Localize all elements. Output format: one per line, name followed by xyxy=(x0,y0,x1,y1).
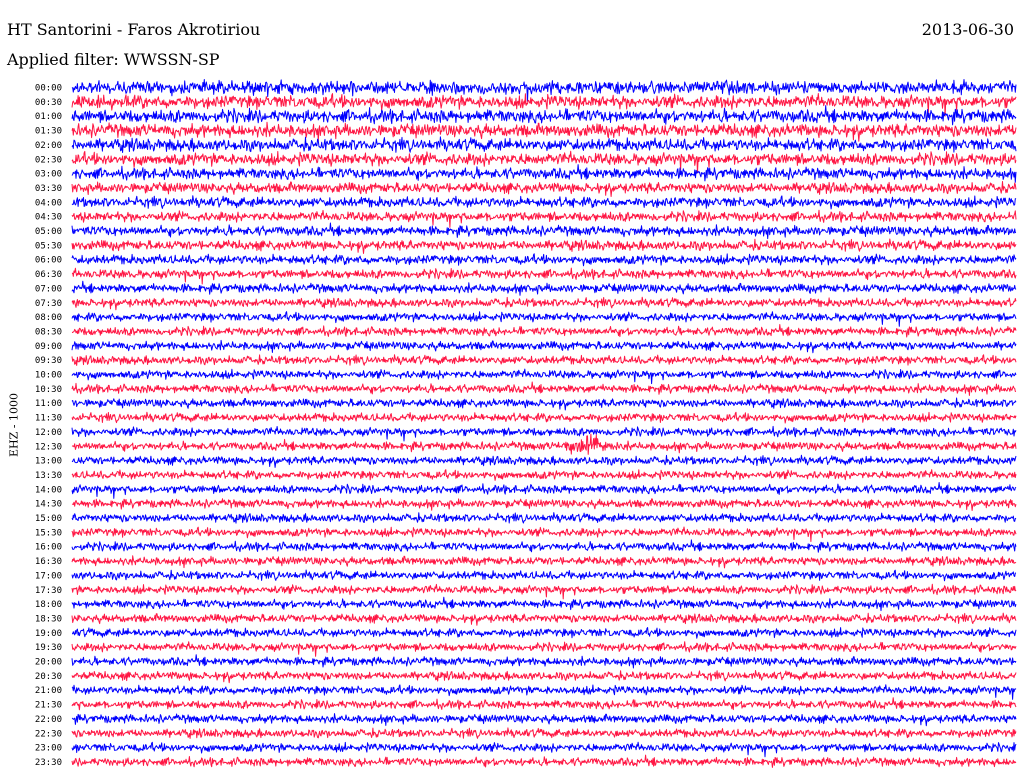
time-label-1030: 10:30 xyxy=(35,385,62,395)
trace-1630 xyxy=(71,555,1017,569)
time-label-0930: 09:30 xyxy=(35,356,62,366)
time-label-1300: 13:00 xyxy=(35,457,62,467)
trace-0030 xyxy=(71,93,1017,117)
time-label-2130: 21:30 xyxy=(35,701,62,711)
trace-1400 xyxy=(71,482,1017,499)
trace-1130 xyxy=(71,411,1017,424)
time-label-1100: 11:00 xyxy=(35,399,62,409)
time-label-1900: 19:00 xyxy=(35,629,62,639)
trace-0900 xyxy=(71,339,1017,354)
trace-2030 xyxy=(71,670,1017,684)
time-label-2230: 22:30 xyxy=(35,729,62,739)
trace-0430 xyxy=(71,209,1017,228)
trace-0500 xyxy=(71,222,1017,240)
trace-0630 xyxy=(71,267,1017,285)
trace-1900 xyxy=(72,627,1017,639)
time-label-0800: 08:00 xyxy=(35,313,62,323)
trace-2100 xyxy=(71,684,1017,700)
time-label-1800: 18:00 xyxy=(35,600,62,610)
time-label-1630: 16:30 xyxy=(35,557,62,567)
time-label-0730: 07:30 xyxy=(35,299,62,309)
time-label-0600: 06:00 xyxy=(35,256,62,266)
time-label-1530: 15:30 xyxy=(35,528,62,538)
trace-2130 xyxy=(71,697,1017,711)
trace-1830 xyxy=(71,612,1017,626)
helicorder-plot: 00:00 00:30 01:00 01:30 02:00 02:30 03:00 03:30… xyxy=(35,79,1017,768)
trace-1330 xyxy=(71,469,1017,481)
trace-1500 xyxy=(71,512,1017,524)
trace-1600 xyxy=(71,539,1017,553)
trace-2330 xyxy=(71,754,1017,768)
time-label-1230: 12:30 xyxy=(35,442,62,452)
trace-0130 xyxy=(71,121,1017,142)
time-label-2330: 23:30 xyxy=(35,758,62,768)
time-label-0830: 08:30 xyxy=(35,327,62,337)
time-label-1930: 19:30 xyxy=(35,643,62,653)
trace-0700 xyxy=(71,280,1017,296)
trace-0530 xyxy=(71,238,1017,254)
time-label-2300: 23:00 xyxy=(35,744,62,754)
trace-0600 xyxy=(71,253,1017,267)
trace-0000 xyxy=(71,79,1017,102)
trace-1200 xyxy=(71,425,1017,442)
time-label-0300: 03:00 xyxy=(35,170,62,180)
trace-0930 xyxy=(71,354,1017,366)
trace-1530 xyxy=(71,526,1017,542)
time-label-0400: 04:00 xyxy=(35,198,62,208)
time-label-1730: 17:30 xyxy=(35,586,62,596)
time-label-1330: 13:30 xyxy=(35,471,62,481)
time-label-0000: 00:00 xyxy=(35,84,62,94)
time-label-2030: 20:30 xyxy=(35,672,62,682)
time-label-1700: 17:00 xyxy=(35,571,62,581)
trace-1800 xyxy=(71,596,1017,612)
time-label-1430: 14:30 xyxy=(35,500,62,510)
time-label-1000: 10:00 xyxy=(35,371,62,381)
time-label-0630: 06:30 xyxy=(35,270,62,280)
time-label-group: 00:00 00:30 01:00 01:30 02:00 02:30 03:00 03:30… xyxy=(35,84,62,768)
time-label-0330: 03:30 xyxy=(35,184,62,194)
time-label-1600: 16:00 xyxy=(35,543,62,553)
trace-1230 xyxy=(71,433,1017,455)
trace-group xyxy=(71,79,1017,768)
trace-0300 xyxy=(71,164,1017,183)
time-label-0230: 02:30 xyxy=(35,155,62,165)
time-label-0700: 07:00 xyxy=(35,284,62,294)
trace-1300 xyxy=(71,454,1017,468)
trace-0230 xyxy=(71,150,1017,174)
trace-1700 xyxy=(71,569,1017,582)
time-label-0900: 09:00 xyxy=(35,342,62,352)
trace-1000 xyxy=(71,368,1017,385)
trace-0730 xyxy=(71,296,1017,311)
time-label-1200: 12:00 xyxy=(35,428,62,438)
time-label-0100: 01:00 xyxy=(35,112,62,122)
trace-1030 xyxy=(71,381,1017,396)
time-label-0530: 05:30 xyxy=(35,241,62,251)
time-label-0430: 04:30 xyxy=(35,213,62,223)
trace-1730 xyxy=(71,583,1017,600)
trace-0400 xyxy=(71,195,1017,210)
trace-2230 xyxy=(71,727,1017,739)
time-label-2200: 22:00 xyxy=(35,715,62,725)
trace-2000 xyxy=(71,654,1017,669)
time-label-1400: 14:00 xyxy=(35,485,62,495)
time-label-0030: 00:30 xyxy=(35,98,62,108)
trace-2300 xyxy=(71,741,1017,758)
trace-1430 xyxy=(71,497,1017,511)
time-label-0130: 01:30 xyxy=(35,127,62,137)
time-label-2100: 21:00 xyxy=(35,686,62,696)
time-label-0500: 05:00 xyxy=(35,227,62,237)
time-label-0200: 02:00 xyxy=(35,141,62,151)
trace-2200 xyxy=(71,713,1017,727)
trace-1930 xyxy=(71,641,1017,657)
trace-0200 xyxy=(71,136,1017,153)
trace-0100 xyxy=(71,105,1017,126)
trace-0330 xyxy=(71,181,1017,197)
time-label-1130: 11:30 xyxy=(35,414,62,424)
time-label-2000: 20:00 xyxy=(35,658,62,668)
time-label-1500: 15:00 xyxy=(35,514,62,524)
trace-0830 xyxy=(71,324,1017,338)
trace-1100 xyxy=(71,397,1017,411)
time-label-1830: 18:30 xyxy=(35,614,62,624)
trace-0800 xyxy=(71,311,1017,327)
